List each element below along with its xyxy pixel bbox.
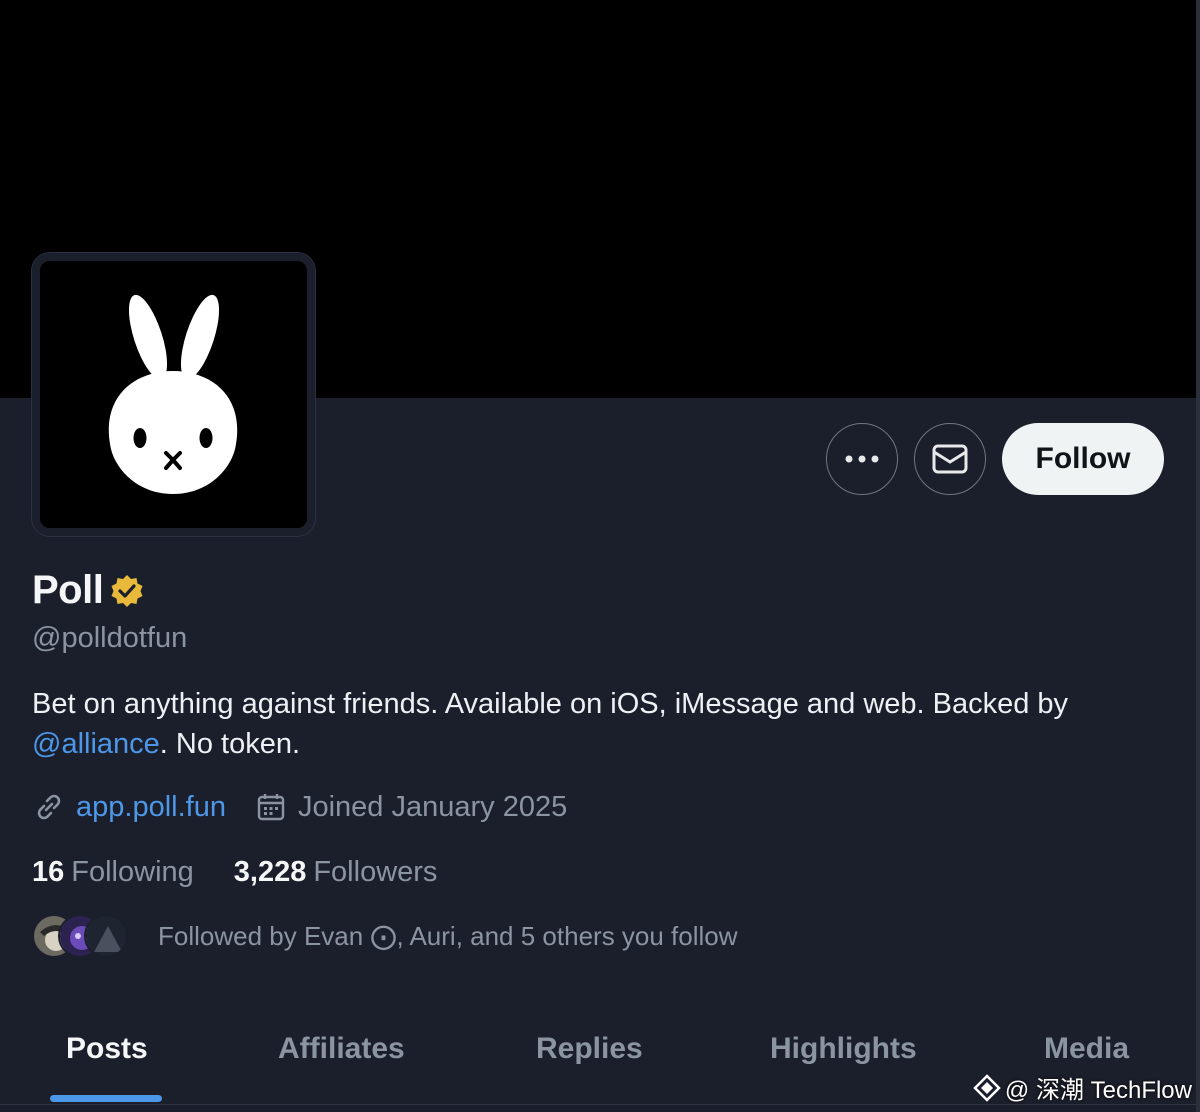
message-button[interactable] <box>914 423 986 495</box>
followed-by-text: Followed by Evan ⨀, Auri, and 5 others y… <box>158 920 738 951</box>
watermark-text: @ 深潮 TechFlow <box>1004 1077 1192 1104</box>
joined-date: Joined January 2025 <box>297 790 568 823</box>
profile-page: Follow Poll @polldotfun Bet on anything … <box>0 0 1200 1112</box>
follow-button[interactable]: Follow <box>1002 423 1164 495</box>
verified-badge-icon[interactable] <box>109 573 145 609</box>
followers-label: Followers <box>313 856 438 888</box>
link-icon <box>37 794 61 820</box>
bio-text: Bet on anything against friends. Availab… <box>32 688 1069 720</box>
follow-counts: 16 Following 3,228 Followers <box>32 856 437 889</box>
tab-posts[interactable]: Posts <box>66 1032 148 1066</box>
profile-bio: Bet on anything against friends. Availab… <box>32 684 1152 764</box>
watermark: @ 深潮 TechFlow <box>973 1070 1192 1105</box>
followers-link[interactable]: 3,228 Followers <box>234 856 438 889</box>
website-link[interactable]: app.poll.fun <box>76 791 226 824</box>
followed-by[interactable]: Followed by Evan ⨀, Auri, and 5 others y… <box>32 914 738 958</box>
tab-affiliates[interactable]: Affiliates <box>278 1032 405 1066</box>
display-name: Poll <box>32 568 104 612</box>
active-tab-indicator <box>50 1095 162 1102</box>
following-count: 16 <box>32 856 65 888</box>
white-rabbit-icon <box>40 261 307 528</box>
profile-handle: @polldotfun <box>32 622 188 654</box>
followers-count: 3,228 <box>233 856 307 888</box>
following-link[interactable]: 16 Following <box>32 856 194 889</box>
name-row: Poll <box>32 568 145 613</box>
more-dots-icon <box>845 455 879 463</box>
tab-replies[interactable]: Replies <box>536 1032 643 1066</box>
follower-avatar <box>84 914 128 958</box>
bio-mention-link[interactable]: @alliance <box>32 728 160 760</box>
envelope-icon <box>932 444 968 474</box>
techflow-logo-icon <box>973 1073 1001 1102</box>
tab-media[interactable]: Media <box>1044 1032 1129 1066</box>
tab-highlights[interactable]: Highlights <box>770 1032 917 1066</box>
profile-avatar[interactable] <box>31 252 316 537</box>
bio-tail: . No token. <box>159 728 301 760</box>
profile-meta: app.poll.fun Joined January 2025 <box>32 790 567 824</box>
more-options-button[interactable] <box>826 423 898 495</box>
following-label: Following <box>71 856 194 888</box>
scrollbar-edge <box>1196 0 1200 1112</box>
calendar-icon <box>257 794 285 821</box>
